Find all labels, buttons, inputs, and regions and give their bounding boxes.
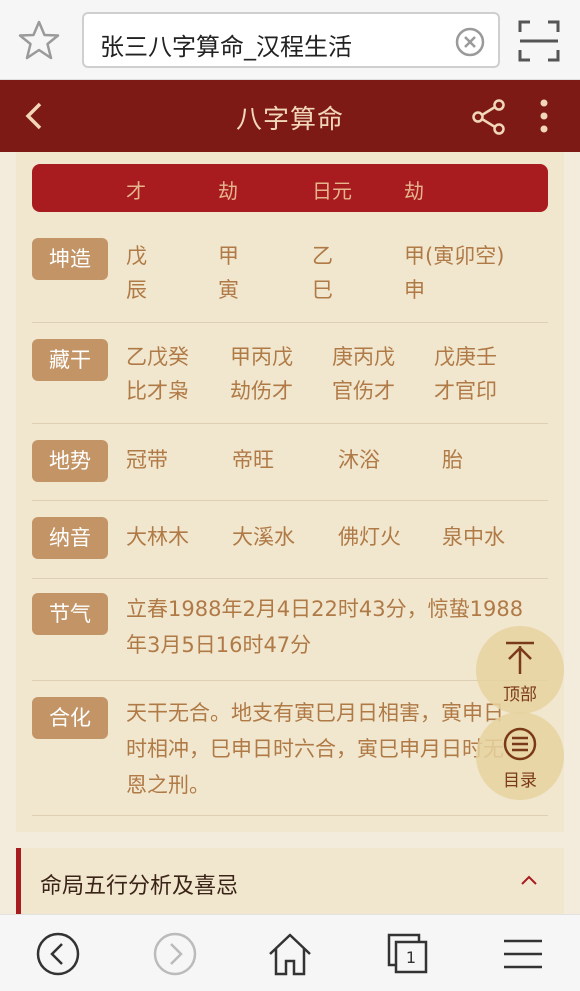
table-of-contents-label: 目录 [503, 771, 537, 791]
nayin-cell: 大溪水 [232, 525, 295, 549]
ten-god-cell: 劫伤才 [230, 379, 293, 403]
nayin-cell: 大林木 [126, 525, 189, 549]
row-label: 纳音 [32, 517, 108, 559]
browser-bottom-nav: 1 [0, 914, 580, 991]
stem-cell: 甲 [218, 244, 239, 268]
browser-address-bar: 张三八字算命_汉程生活 [0, 0, 580, 80]
forward-icon[interactable] [152, 931, 198, 977]
back-icon[interactable] [35, 931, 81, 977]
row-label: 合化 [32, 697, 108, 739]
row-dishi: 地势 冠带 帝旺 沐浴 胎 [32, 424, 548, 501]
url-title-text: 张三八字算命_汉程生活 [100, 33, 352, 61]
url-field[interactable]: 张三八字算命_汉程生活 [82, 12, 500, 68]
clear-icon[interactable] [454, 26, 486, 58]
tabs-button[interactable]: 1 [385, 931, 431, 977]
row-label: 节气 [32, 593, 108, 635]
scan-icon[interactable] [516, 18, 562, 64]
nayin-cell: 泉中水 [442, 525, 505, 549]
more-options-icon[interactable] [534, 98, 554, 134]
stem-cell: 乙 [312, 244, 333, 268]
section-title: 命局五行分析及喜忌 [40, 874, 239, 899]
back-to-top-label: 顶部 [503, 685, 537, 705]
column-label: 劫 [218, 179, 238, 203]
arrow-up-icon [506, 641, 534, 674]
row-canggan: 藏干 乙戊癸 比才枭 甲丙戊 劫伤才 庚丙戊 官伤才 戊庚壬 才官印 [32, 323, 548, 424]
column-label: 才 [126, 179, 146, 203]
chevron-up-icon[interactable] [520, 874, 538, 886]
stem-cell: 戊 [126, 244, 147, 268]
ten-god-cell: 官伤才 [332, 379, 395, 403]
hidden-stem-cell: 戊庚壬 [434, 345, 497, 369]
branch-cell: 申 [404, 278, 425, 302]
back-to-top-button[interactable]: 顶部 [476, 626, 564, 714]
row-kunzao: 坤造 戊 辰 甲 寅 乙 巳 甲(寅卯空) 申 [32, 226, 548, 323]
row-label: 地势 [32, 440, 108, 482]
row-nayin: 纳音 大林木 大溪水 佛灯火 泉中水 [32, 501, 548, 579]
hidden-stem-cell: 庚丙戊 [332, 345, 395, 369]
hidden-stem-cell: 乙戊癸 [126, 345, 189, 369]
hidden-stem-cell: 甲丙戊 [230, 345, 293, 369]
nayin-cell: 佛灯火 [338, 525, 401, 549]
terrain-cell: 帝旺 [232, 448, 274, 472]
table-of-contents-button[interactable]: 目录 [476, 712, 564, 800]
pillar-column-header: 才 劫 日元 劫 [32, 164, 548, 212]
branch-cell: 寅 [218, 278, 239, 302]
home-icon[interactable] [267, 931, 313, 977]
tab-count: 1 [405, 948, 417, 967]
app-header: 八字算命 [0, 80, 580, 152]
section-accent-bar [16, 848, 21, 918]
branch-cell: 辰 [126, 278, 147, 302]
share-icon[interactable] [470, 98, 508, 136]
ten-god-cell: 才官印 [434, 379, 497, 403]
terrain-cell: 胎 [442, 448, 463, 472]
row-label: 坤造 [32, 238, 108, 280]
bookmark-star-icon[interactable] [16, 18, 62, 64]
terrain-cell: 沐浴 [338, 448, 380, 472]
menu-icon[interactable] [500, 931, 546, 977]
terrain-cell: 冠带 [126, 448, 168, 472]
ten-god-cell: 比才枭 [126, 379, 189, 403]
row-jieqi: 节气 立春1988年2月4日22时43分，惊蛰1988 年3月5日16时47分 [32, 579, 548, 681]
wuxing-analysis-section-header[interactable]: 命局五行分析及喜忌 [16, 848, 564, 918]
menu-list-icon [503, 727, 537, 761]
row-label: 藏干 [32, 339, 108, 381]
stem-cell: 甲(寅卯空) [404, 244, 505, 268]
column-label: 劫 [404, 179, 424, 203]
branch-cell: 巳 [312, 278, 333, 302]
column-label: 日元 [312, 179, 352, 203]
row-hehua: 合化 天干无合。地支有寅巳月日相害，寅申日 时相冲，巳申日时六合，寅巳申月日时无… [32, 681, 548, 816]
